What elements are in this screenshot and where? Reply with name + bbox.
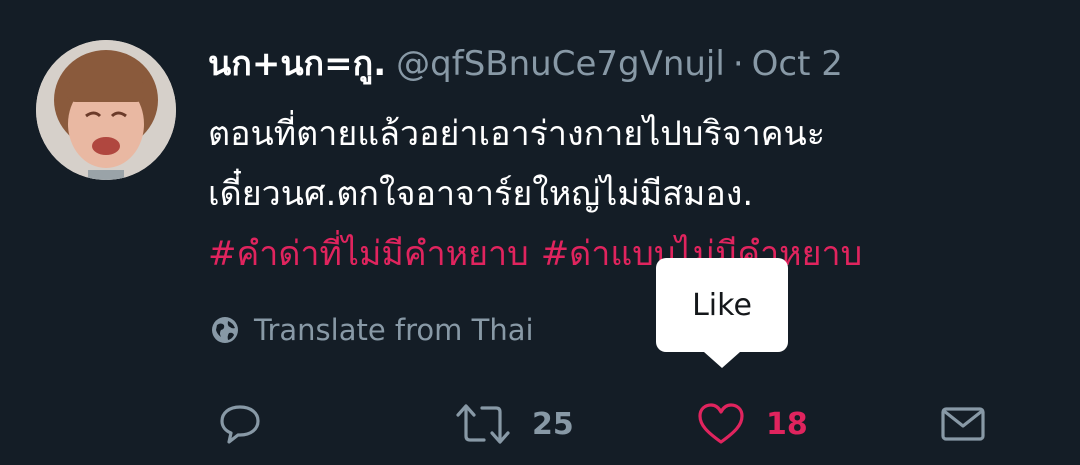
- retweet-icon: [454, 400, 512, 448]
- tooltip-label: Like: [692, 287, 752, 323]
- globe-icon: [210, 315, 240, 345]
- tweet-text-line: เดี๋ยวนศ.ตกใจอาจาร์ยใหญ่ไม่มีสมอง.: [208, 174, 754, 214]
- tweet-text: ตอนที่ตายแล้วอย่าเอาร่างกายไปบริจาคนะ เด…: [208, 104, 862, 284]
- heart-icon: [696, 400, 746, 448]
- tweet: นก+นก=กู. @qfSBnuCe7gVnujl · Oct 2 ตอนที่ตา…: [0, 0, 1080, 465]
- like-button[interactable]: 18: [696, 396, 808, 452]
- translate-label: Translate from Thai: [254, 313, 534, 347]
- tweet-text-line: ตอนที่ตายแล้วอย่าเอาร่างกายไปบริจาคนะ: [208, 114, 825, 154]
- tweet-date[interactable]: Oct 2: [752, 44, 843, 84]
- display-name[interactable]: นก+นก=กู.: [208, 44, 386, 84]
- reply-icon: [216, 400, 264, 448]
- tweet-header: นก+นก=กู. @qfSBnuCe7gVnujl · Oct 2: [208, 40, 843, 88]
- direct-message-button[interactable]: [938, 396, 988, 452]
- envelope-icon: [938, 400, 988, 448]
- translate-button[interactable]: Translate from Thai: [210, 308, 534, 352]
- avatar-image: [36, 40, 176, 180]
- reply-button[interactable]: [216, 396, 264, 452]
- retweet-count: 25: [532, 406, 574, 442]
- tweet-actions: 25 18: [0, 396, 1080, 452]
- like-count: 18: [766, 406, 808, 442]
- separator-dot: ·: [732, 44, 744, 84]
- hashtag-link[interactable]: #คำด่าที่ไม่มีคำหยาบ: [208, 234, 529, 274]
- like-tooltip: Like: [656, 258, 788, 368]
- avatar[interactable]: [36, 40, 176, 180]
- retweet-button[interactable]: 25: [454, 396, 574, 452]
- user-handle[interactable]: @qfSBnuCe7gVnujl: [396, 44, 725, 84]
